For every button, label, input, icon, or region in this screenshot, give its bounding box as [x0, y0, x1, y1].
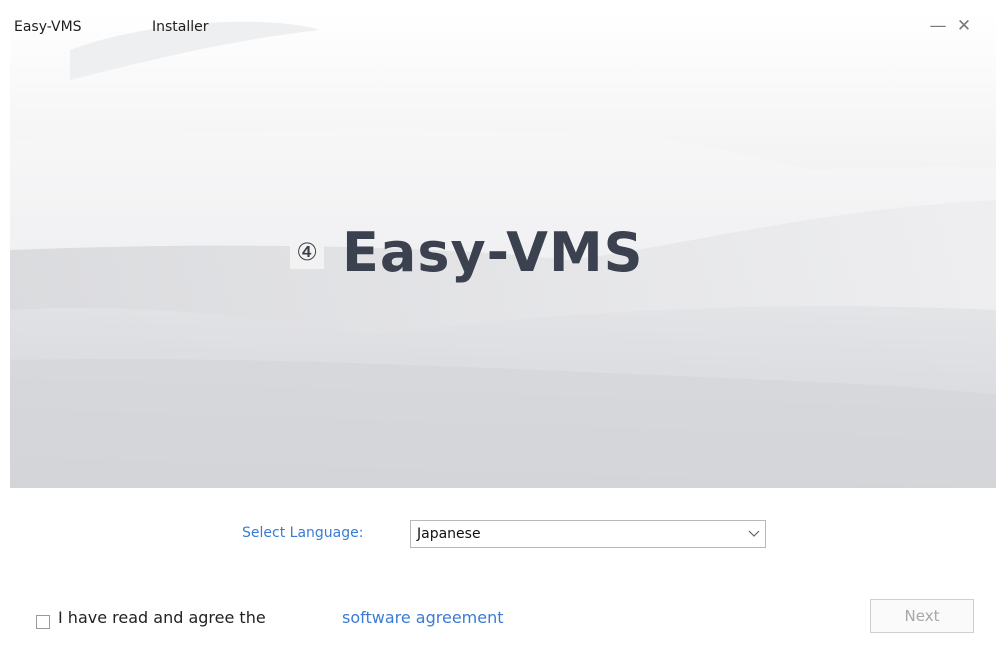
software-agreement-link[interactable]: software agreement — [342, 608, 504, 627]
product-logo: ④ Easy-VMS — [290, 220, 644, 284]
installer-window: Easy-VMS Installer — ✕ ④ Easy-VMS Select… — [10, 10, 996, 652]
close-button[interactable]: ✕ — [954, 16, 974, 36]
app-subtitle: Installer — [152, 19, 209, 35]
chevron-down-icon — [743, 528, 765, 541]
app-title: Easy-VMS — [14, 19, 82, 35]
minimize-button[interactable]: — — [928, 16, 948, 36]
agreement-checkbox[interactable] — [36, 615, 50, 629]
logo-text: Easy-VMS — [342, 220, 644, 284]
title-bar: Easy-VMS Installer — ✕ — [10, 10, 996, 44]
hero-banner: Easy-VMS Installer — ✕ ④ Easy-VMS — [10, 10, 996, 488]
logo-mark-icon: ④ — [290, 235, 324, 269]
language-select[interactable]: Japanese — [410, 520, 766, 548]
language-label: Select Language: — [242, 525, 364, 541]
agreement-text: I have read and agree the — [58, 608, 266, 627]
language-selected-value: Japanese — [417, 526, 481, 542]
next-button[interactable]: Next — [870, 599, 974, 633]
